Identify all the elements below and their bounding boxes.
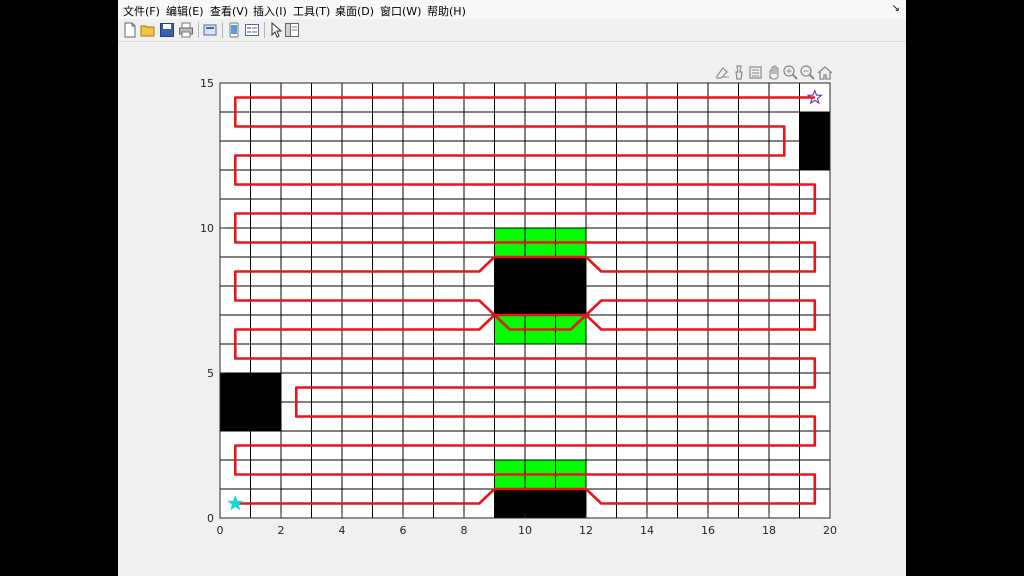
- menu-insert[interactable]: 插入(I): [253, 3, 287, 19]
- property-editor-icon[interactable]: [284, 22, 300, 38]
- restore-arrow-icon[interactable]: ↘: [892, 3, 900, 14]
- link-plot-icon[interactable]: [226, 22, 242, 38]
- pointer-icon[interactable]: [268, 22, 284, 38]
- plot-svg[interactable]: 0 2 4 6 8 10 12 14 16 18 20 0 5 10 15: [118, 42, 906, 576]
- pan-icon[interactable]: [769, 65, 779, 80]
- menu-bar: 文件(F) 编辑(E) 查看(V) 插入(I) 工具(T) 桌面(D) 窗口(W…: [118, 0, 906, 19]
- x-tick-label: 10: [518, 524, 532, 537]
- open-file-icon[interactable]: [140, 22, 156, 38]
- menu-view[interactable]: 查看(V): [210, 3, 248, 19]
- export-icon[interactable]: [716, 67, 729, 79]
- x-tick-label: 4: [339, 524, 346, 537]
- menu-edit[interactable]: 编辑(E): [166, 3, 204, 19]
- y-tick-label: 10: [200, 222, 214, 235]
- insert-legend-icon[interactable]: [244, 22, 260, 38]
- x-tick-label: 2: [278, 524, 285, 537]
- axes-toolbar: [716, 65, 833, 80]
- zoom-in-icon[interactable]: [783, 65, 798, 80]
- print-icon[interactable]: [178, 22, 194, 38]
- obstacle-cell: [494, 489, 586, 518]
- menu-help[interactable]: 帮助(H): [427, 3, 466, 19]
- menu-tools[interactable]: 工具(T): [293, 3, 330, 19]
- figure-canvas: 0 2 4 6 8 10 12 14 16 18 20 0 5 10 15: [118, 42, 906, 576]
- grid-path-chart: 0 2 4 6 8 10 12 14 16 18 20 0 5 10 15: [200, 77, 837, 537]
- menu-window[interactable]: 窗口(W): [380, 3, 421, 19]
- toolbar-separator: [198, 22, 199, 38]
- print-preview-icon[interactable]: [202, 22, 218, 38]
- menu-file[interactable]: 文件(F): [123, 3, 160, 19]
- x-tick-label: 8: [461, 524, 468, 537]
- x-tick-label: 12: [579, 524, 593, 537]
- x-tick-label: 0: [217, 524, 224, 537]
- toolbar-separator: [222, 22, 223, 38]
- y-tick-label: 0: [207, 512, 214, 525]
- toolbar-separator: [264, 22, 265, 38]
- y-tick-label: 5: [207, 367, 214, 380]
- y-tick-label: 15: [200, 77, 214, 90]
- x-tick-label: 6: [400, 524, 407, 537]
- menu-desktop[interactable]: 桌面(D): [335, 3, 374, 19]
- data-tips-icon[interactable]: [749, 66, 762, 79]
- x-tick-label: 18: [762, 524, 776, 537]
- home-icon[interactable]: [817, 66, 833, 80]
- figure-window: 文件(F) 编辑(E) 查看(V) 插入(I) 工具(T) 桌面(D) 窗口(W…: [118, 0, 906, 576]
- x-tick-label: 20: [823, 524, 837, 537]
- x-tick-label: 16: [701, 524, 715, 537]
- save-icon[interactable]: [159, 22, 175, 38]
- new-figure-icon[interactable]: [122, 22, 138, 38]
- brush-icon[interactable]: [735, 65, 743, 80]
- zoom-out-icon[interactable]: [800, 65, 815, 80]
- figure-toolbar: [118, 19, 906, 42]
- x-tick-label: 14: [640, 524, 654, 537]
